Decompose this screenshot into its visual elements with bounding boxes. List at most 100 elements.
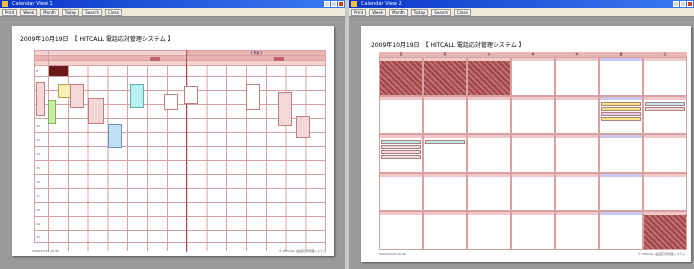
event-block[interactable] bbox=[36, 82, 45, 116]
month-event[interactable] bbox=[381, 155, 421, 160]
month-event[interactable] bbox=[425, 140, 465, 145]
day-cell[interactable] bbox=[423, 57, 467, 96]
day-cell[interactable] bbox=[599, 134, 643, 173]
event-block[interactable] bbox=[70, 84, 84, 108]
right-footer-copyright: © HITCALL 電話応対管理システム bbox=[637, 252, 685, 256]
hour-label: 18 bbox=[34, 202, 49, 217]
day-cell[interactable] bbox=[423, 172, 467, 212]
day-cell-header bbox=[556, 173, 598, 177]
month-event[interactable] bbox=[601, 116, 641, 121]
search-button[interactable]: Search bbox=[82, 8, 103, 16]
day-cell[interactable] bbox=[643, 211, 687, 250]
day-cell-header bbox=[600, 212, 642, 216]
today-button[interactable]: Today bbox=[61, 8, 80, 16]
day-cell[interactable] bbox=[643, 172, 687, 212]
month-event[interactable] bbox=[645, 101, 685, 106]
day-marker bbox=[274, 57, 284, 61]
day-cell[interactable] bbox=[379, 172, 423, 212]
day-cell[interactable] bbox=[555, 57, 599, 96]
day-cell[interactable] bbox=[643, 57, 687, 96]
day-cell-header bbox=[380, 96, 422, 100]
month-event[interactable] bbox=[381, 140, 421, 145]
month-button[interactable]: Month bbox=[389, 8, 408, 16]
left-window: Calendar View 1 Print Week Month Today S… bbox=[0, 0, 345, 269]
day-cell[interactable] bbox=[467, 95, 511, 135]
print-button[interactable]: Print bbox=[2, 8, 18, 16]
day-cell-header bbox=[380, 173, 422, 177]
left-footer-copyright: © HITCALL 電話応対管理システム bbox=[278, 249, 326, 253]
day-cell[interactable] bbox=[511, 134, 555, 173]
event-block[interactable] bbox=[278, 92, 292, 126]
hour-label: 13 bbox=[34, 132, 49, 147]
day-cell-header bbox=[424, 58, 466, 61]
day-cell-header bbox=[468, 58, 510, 61]
minimize-button[interactable] bbox=[324, 1, 330, 7]
today-button[interactable]: Today bbox=[410, 8, 429, 16]
right-window: Calendar View 2 Print Week Month Today S… bbox=[349, 0, 694, 269]
month-event[interactable] bbox=[381, 145, 421, 150]
day-marker bbox=[150, 57, 160, 61]
left-toolbar: Print Week Month Today Search Close bbox=[0, 8, 345, 17]
event-block[interactable] bbox=[48, 100, 56, 124]
maximize-button[interactable] bbox=[331, 1, 337, 7]
right-page-title: 2009年10月19日 【 HITCALL 電話応対管理システム 】 bbox=[371, 42, 525, 49]
event-block[interactable] bbox=[88, 98, 104, 124]
month-event[interactable] bbox=[601, 111, 641, 116]
search-button[interactable]: Search bbox=[431, 8, 452, 16]
day-cell[interactable] bbox=[467, 57, 511, 96]
day-cell[interactable] bbox=[467, 211, 511, 250]
exit-button[interactable]: Close bbox=[105, 8, 122, 16]
print-button[interactable]: Print bbox=[351, 8, 367, 16]
day-cell[interactable] bbox=[643, 134, 687, 173]
minimize-button[interactable] bbox=[673, 1, 679, 7]
day-cell[interactable] bbox=[511, 172, 555, 212]
month-grid: 日月火水木金土 bbox=[379, 52, 687, 250]
day-cell[interactable] bbox=[511, 57, 555, 96]
day-cell[interactable] bbox=[379, 211, 423, 250]
day-cell[interactable] bbox=[423, 211, 467, 250]
day-cell[interactable] bbox=[467, 134, 511, 173]
event-block[interactable] bbox=[246, 84, 260, 110]
day-cell[interactable] bbox=[467, 172, 511, 212]
month-button[interactable]: Month bbox=[40, 8, 59, 16]
day-cell[interactable] bbox=[555, 95, 599, 135]
event-block[interactable] bbox=[164, 94, 178, 110]
day-cell[interactable] bbox=[555, 211, 599, 250]
day-cell-header bbox=[512, 135, 554, 139]
hour-label: 20 bbox=[34, 230, 49, 243]
month-event[interactable] bbox=[381, 150, 421, 155]
month-event[interactable] bbox=[601, 106, 641, 111]
left-paper: 2009年10月19日 【 HITCALL 電話応対管理システム 】 【 予定 … bbox=[12, 26, 334, 256]
month-event[interactable] bbox=[645, 106, 685, 111]
month-event[interactable] bbox=[601, 101, 641, 106]
maximize-button[interactable] bbox=[680, 1, 686, 7]
day-cell[interactable] bbox=[555, 172, 599, 212]
day-cell[interactable] bbox=[379, 57, 423, 96]
day-cell[interactable] bbox=[511, 95, 555, 135]
close-button[interactable] bbox=[338, 1, 344, 7]
day-cell-header bbox=[380, 58, 422, 61]
week-button[interactable]: Week bbox=[20, 8, 38, 16]
day-cell[interactable] bbox=[379, 95, 423, 135]
day-cell-header bbox=[468, 135, 510, 139]
app-icon bbox=[351, 1, 357, 7]
event-block[interactable] bbox=[130, 84, 144, 108]
day-cell[interactable] bbox=[599, 172, 643, 212]
day-cell-header bbox=[424, 173, 466, 177]
event-block[interactable] bbox=[184, 86, 198, 104]
day-cell[interactable] bbox=[423, 95, 467, 135]
hour-label: 8 bbox=[34, 65, 49, 77]
event-block[interactable] bbox=[108, 124, 122, 148]
day-cell[interactable] bbox=[511, 211, 555, 250]
exit-button[interactable]: Close bbox=[454, 8, 471, 16]
close-button[interactable] bbox=[687, 1, 693, 7]
day-cell-header bbox=[600, 96, 642, 100]
day-cell[interactable] bbox=[555, 134, 599, 173]
week-button[interactable]: Week bbox=[369, 8, 387, 16]
day-cell[interactable] bbox=[599, 57, 643, 96]
event-block[interactable] bbox=[296, 116, 310, 138]
day-cell[interactable] bbox=[599, 211, 643, 250]
left-titlebar: Calendar View 1 bbox=[0, 0, 345, 8]
right-title: Calendar View 2 bbox=[361, 1, 402, 7]
hour-label: 12 bbox=[34, 118, 49, 133]
